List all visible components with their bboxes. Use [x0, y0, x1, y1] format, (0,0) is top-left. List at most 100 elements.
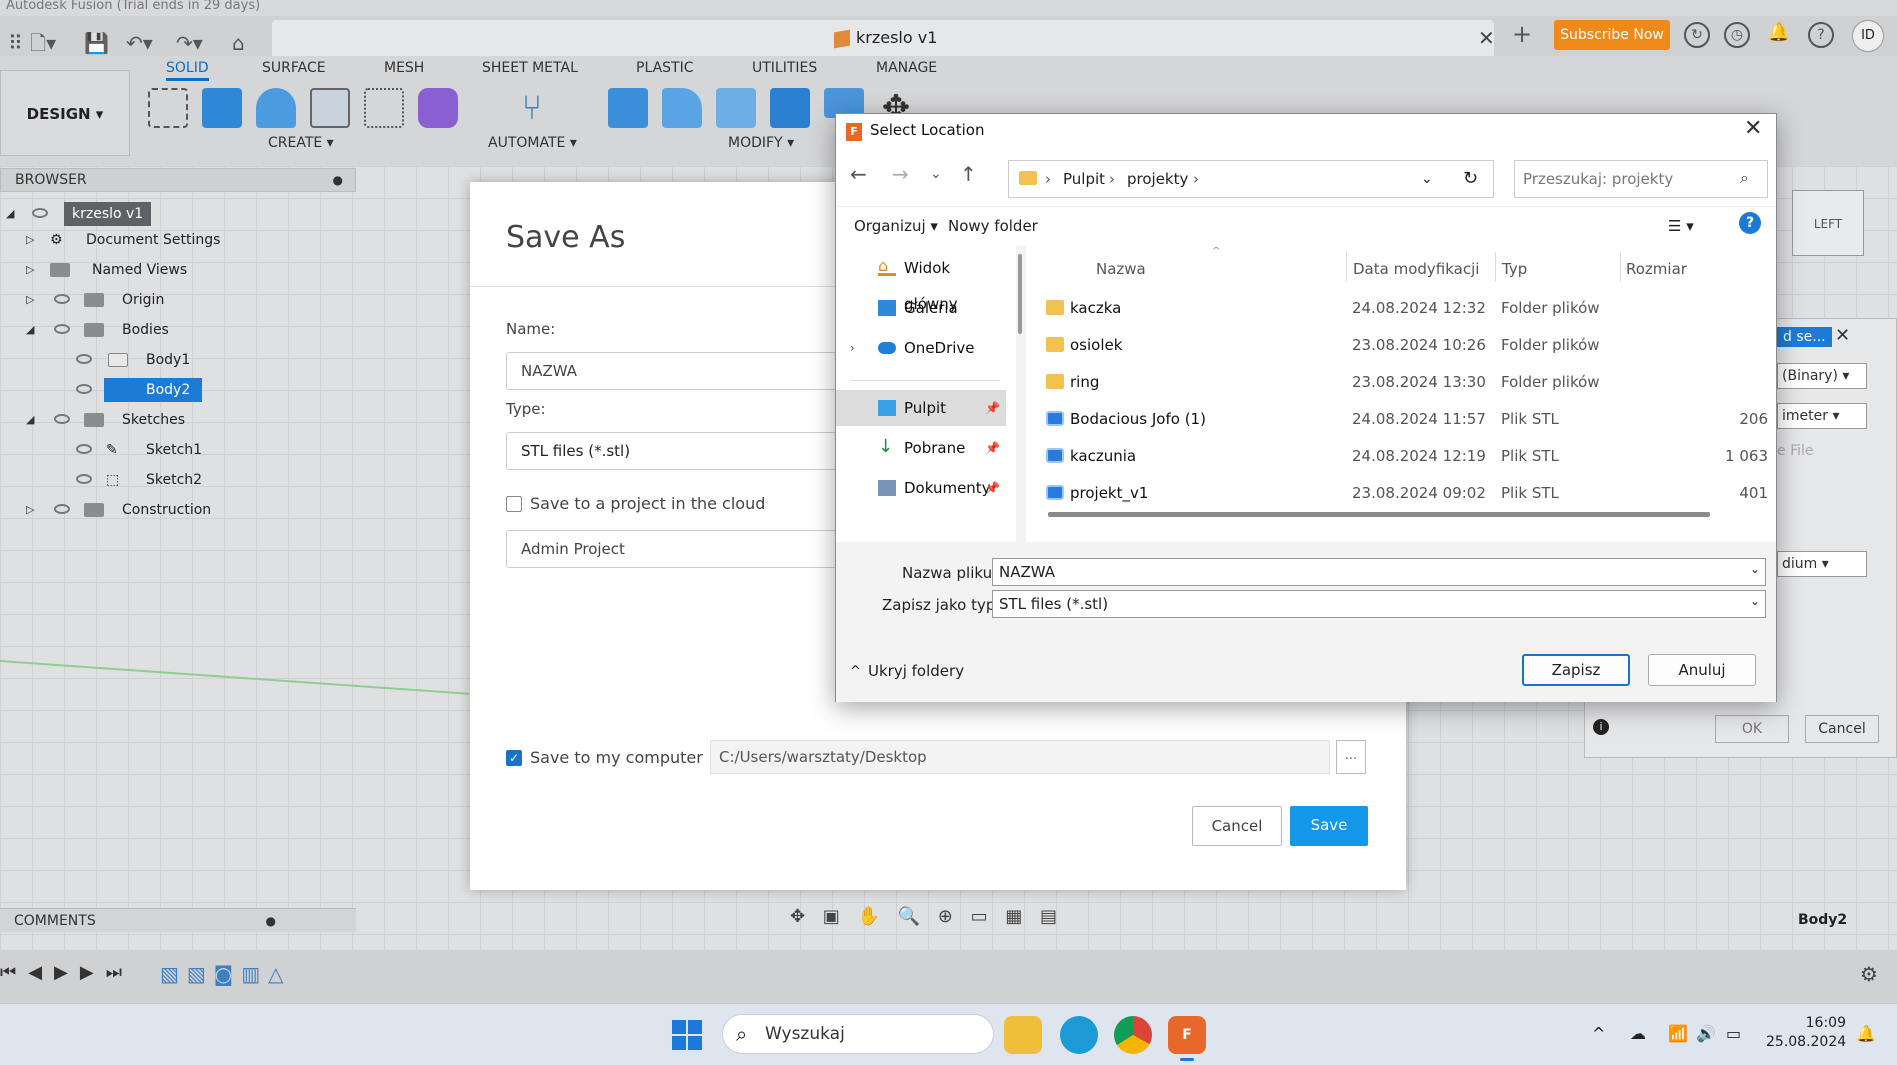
nav-scrollbar[interactable] [1018, 254, 1022, 334]
pattern-icon[interactable] [364, 88, 404, 128]
expand-icon[interactable]: ▷ [26, 258, 34, 282]
close-icon[interactable]: ✕ [1744, 116, 1762, 141]
column-type[interactable]: Typ [1502, 260, 1527, 278]
info-icon[interactable]: i [1593, 719, 1609, 735]
path-field[interactable]: C:/Users/warsztaty/Desktop [710, 740, 1330, 774]
visibility-eye-icon[interactable] [54, 414, 70, 424]
tab-sheet-metal[interactable]: SHEET METAL [482, 60, 578, 76]
chevron-up-icon[interactable]: ^ [850, 664, 861, 679]
expand-icon[interactable]: ▷ [26, 228, 34, 252]
undo-icon[interactable]: ↶▾ [126, 26, 153, 60]
cancel-button[interactable]: Cancel [1192, 806, 1282, 846]
edge-icon[interactable] [1060, 1016, 1098, 1054]
file-row[interactable]: projekt_v1 23.08.2024 09:02 Plik STL 401 [1026, 475, 1776, 511]
nav-desktop[interactable]: Pulpit 📌 [836, 390, 1006, 426]
visibility-eye-icon[interactable] [54, 504, 70, 514]
nav-documents[interactable]: Dokumenty 📌 [836, 470, 1006, 506]
fillet-icon[interactable] [662, 88, 702, 128]
file-row[interactable]: kaczunia 24.08.2024 12:19 Plik STL 1 063 [1026, 438, 1776, 474]
close-tab-icon[interactable]: ✕ [1478, 26, 1495, 50]
nav-onedrive[interactable]: › OneDrive [836, 330, 1006, 366]
visibility-eye-icon[interactable] [76, 474, 92, 484]
browse-button[interactable]: ... [1336, 740, 1366, 774]
cancel-button[interactable]: Anuluj [1648, 654, 1756, 686]
notification-bell-icon[interactable]: 🔔 [1856, 1024, 1876, 1043]
hole-icon[interactable] [310, 88, 350, 128]
filename-input[interactable]: NAZWA [992, 558, 1766, 586]
search-icon[interactable]: ⌕ [1740, 168, 1749, 188]
fusion-app-icon[interactable]: F [1168, 1016, 1206, 1054]
expand-icon[interactable]: ▷ [26, 498, 34, 522]
save-icon[interactable]: 💾 [84, 26, 109, 60]
notification-bell-icon[interactable]: 🔔 [1766, 22, 1792, 48]
nav-downloads[interactable]: ↓ Pobrane 📌 [836, 430, 1006, 466]
pin-icon[interactable]: 📌 [985, 390, 1000, 426]
wifi-icon[interactable]: 📶 [1668, 1024, 1688, 1043]
save-button[interactable]: Save [1290, 806, 1368, 846]
recent-chevron-icon[interactable]: ⌄ [930, 166, 942, 182]
new-folder-button[interactable]: Nowy folder [948, 217, 1038, 235]
expand-icon[interactable]: ◢ [26, 318, 34, 342]
nav-home[interactable]: ⌂ Widok główny [836, 250, 1006, 313]
help-icon[interactable]: ? [1739, 212, 1761, 234]
create-sketch-icon[interactable] [148, 88, 188, 128]
automate-group-label[interactable]: AUTOMATE ▾ [488, 135, 577, 151]
up-arrow-icon[interactable]: ↑ [960, 162, 977, 186]
visibility-eye-icon[interactable] [76, 444, 92, 454]
ok-button[interactable]: OK [1715, 715, 1789, 743]
timeline-settings-gear-icon[interactable]: ⚙ [1860, 962, 1878, 986]
volume-icon[interactable]: 🔊 [1696, 1024, 1716, 1043]
add-comment-icon[interactable]: ● [266, 909, 276, 933]
extensions-icon[interactable]: ↻ [1684, 22, 1710, 48]
search-input[interactable]: Przeszukaj: projekty [1514, 160, 1768, 198]
column-date[interactable]: Data modyfikacji [1353, 260, 1479, 278]
cancel-button[interactable]: Cancel [1805, 715, 1879, 743]
viewcube[interactable]: LEFT [1792, 190, 1864, 256]
nav-gallery[interactable]: Galeria [836, 290, 1006, 326]
chevron-down-icon[interactable]: ⌄ [1750, 562, 1760, 576]
timeline-playback-controls[interactable]: ⏮◀▶▶⏭ [0, 962, 134, 983]
tray-overflow-icon[interactable]: ^ [1592, 1024, 1605, 1043]
grid-menu-icon[interactable]: ⠿ [8, 26, 23, 60]
network-icon[interactable]: ☁ [1630, 1024, 1646, 1043]
tab-mesh[interactable]: MESH [384, 60, 424, 76]
modify-group-label[interactable]: MODIFY ▾ [728, 135, 794, 151]
chrome-icon[interactable] [1114, 1016, 1152, 1054]
taskbar-search[interactable]: Wyszukaj [722, 1014, 994, 1054]
combine-icon[interactable] [770, 88, 810, 128]
subscribe-button[interactable]: Subscribe Now [1554, 20, 1670, 50]
column-size[interactable]: Rozmiar [1626, 260, 1687, 278]
collapse-icon[interactable]: ● [333, 169, 343, 191]
unit-dropdown[interactable]: imeter ▾ [1777, 403, 1867, 429]
tab-solid[interactable]: SOLID [166, 60, 209, 81]
workspace-switcher[interactable]: DESIGN ▾ [0, 70, 130, 156]
extrude-icon[interactable] [202, 88, 242, 128]
pin-icon[interactable]: 📌 [985, 430, 1000, 466]
hide-folders-button[interactable]: Ukryj foldery [868, 662, 964, 680]
file-row[interactable]: osiolek 23.08.2024 10:26 Folder plików [1026, 327, 1776, 363]
savetype-select[interactable]: STL files (*.stl) [992, 590, 1766, 618]
battery-icon[interactable]: ▭ [1726, 1024, 1741, 1043]
file-row[interactable]: Bodacious Jofo (1) 24.08.2024 11:57 Plik S… [1026, 401, 1776, 437]
clock[interactable]: 16:09 25.08.2024 [1766, 1014, 1846, 1052]
file-row[interactable]: kaczka 24.08.2024 12:32 Folder plików [1026, 290, 1776, 326]
view-options-icon[interactable]: ☰ ▾ [1668, 217, 1694, 235]
format-dropdown[interactable]: (Binary) ▾ [1777, 363, 1867, 389]
shell-icon[interactable] [716, 88, 756, 128]
pin-icon[interactable]: 📌 [985, 470, 1000, 506]
navigation-toolbar[interactable]: ✥ ▣ ✋ 🔍 ⊕ ▭ ▦ ▤ [790, 906, 1063, 927]
organize-menu[interactable]: Organizuj ▾ [854, 217, 938, 235]
chevron-down-icon[interactable]: ⌄ [1750, 594, 1760, 608]
user-avatar[interactable]: ID [1852, 20, 1884, 52]
expand-icon[interactable]: ◢ [26, 408, 34, 432]
form-icon[interactable] [418, 88, 458, 128]
close-panel-icon[interactable]: ✕ [1835, 325, 1850, 346]
help-icon[interactable]: ? [1808, 22, 1834, 48]
tab-manage[interactable]: MANAGE [876, 60, 937, 76]
job-status-icon[interactable]: ◷ [1724, 22, 1750, 48]
home-icon[interactable]: ⌂ [232, 26, 245, 60]
press-pull-icon[interactable] [608, 88, 648, 128]
file-row[interactable]: ring 23.08.2024 13:30 Folder plików [1026, 364, 1776, 400]
file-explorer-icon[interactable] [1004, 1016, 1042, 1054]
create-group-label[interactable]: CREATE ▾ [268, 135, 334, 151]
